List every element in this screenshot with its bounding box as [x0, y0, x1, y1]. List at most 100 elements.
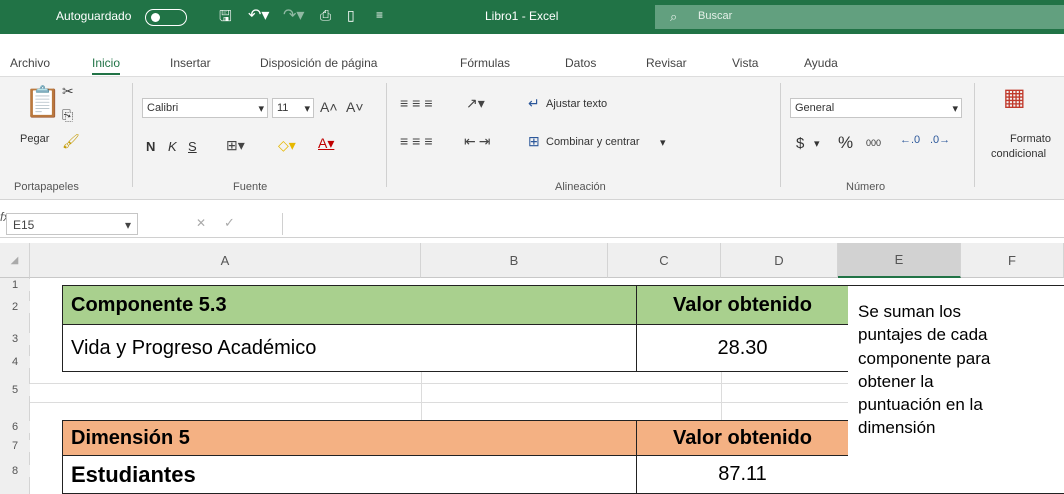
merge-center-button[interactable]: Combinar y centrar — [546, 136, 640, 148]
tab-formulas[interactable]: Fórmulas — [460, 56, 510, 70]
tab-revisar[interactable]: Revisar — [646, 56, 687, 70]
gridline — [30, 383, 848, 384]
group-alignment: Alineación — [555, 181, 606, 193]
chevron-down-icon[interactable]: ▾ — [814, 137, 820, 150]
tab-datos[interactable]: Datos — [565, 56, 596, 70]
borders-icon[interactable]: ⊞▾ — [226, 137, 245, 154]
autosave-toggle[interactable] — [145, 9, 187, 26]
undo-icon[interactable]: ↶▾ — [248, 5, 269, 25]
format-painter-icon[interactable]: 🖌 — [62, 133, 80, 150]
save-icon[interactable]: 🖫 — [219, 6, 232, 31]
tab-archivo[interactable]: Archivo — [10, 56, 50, 70]
separator — [386, 83, 387, 187]
merge-icon[interactable]: ⊞ — [528, 133, 540, 150]
row-header-4[interactable]: 4 — [0, 356, 30, 368]
separator — [974, 83, 975, 187]
table2-value: 87.11 — [636, 455, 849, 494]
fill-color-icon[interactable]: ◇▾ — [278, 137, 296, 154]
font-size-select[interactable]: 11 ▾ — [272, 98, 314, 118]
ribbon: 📋 Pegar ✂ ⎘ 🖌 Portapapeles Calibri ▾ 11 … — [0, 76, 1064, 200]
customize-qat-icon[interactable]: ≡ — [376, 8, 383, 22]
cond-format-label-2[interactable]: condicional — [991, 148, 1046, 160]
bold-button[interactable]: N — [146, 139, 155, 154]
note-line: puntuación en la — [858, 395, 983, 415]
select-all-button[interactable]: ◢ — [0, 243, 30, 278]
row-header-6[interactable]: 6 — [0, 421, 30, 433]
row-header-2[interactable]: 2 — [0, 301, 30, 313]
tab-disposicion[interactable]: Disposición de página — [260, 56, 377, 70]
shrink-font-icon[interactable]: A˅ — [346, 99, 364, 115]
currency-button[interactable]: $ — [796, 135, 804, 152]
column-header-d[interactable]: D — [721, 243, 838, 278]
percent-button[interactable]: % — [838, 133, 853, 153]
group-number: Número — [846, 181, 886, 193]
wrap-text-button[interactable]: Ajustar texto — [546, 98, 607, 110]
column-header-b[interactable]: B — [421, 243, 608, 278]
grow-font-icon[interactable]: A˄ — [320, 99, 338, 115]
increase-decimal-icon[interactable]: ←.0 — [900, 134, 920, 146]
tab-inicio[interactable]: Inicio — [92, 56, 121, 75]
underline-button[interactable]: S — [188, 139, 197, 154]
column-header-e[interactable]: E — [838, 243, 961, 278]
font-size-value: 11 — [277, 102, 289, 114]
tab-ayuda[interactable]: Ayuda — [804, 56, 838, 70]
note-textbox[interactable]: Se suman los puntajes de cada componente… — [848, 285, 1064, 494]
font-name-select[interactable]: Calibri ▾ — [142, 98, 268, 118]
cond-format-label-1[interactable]: Formato — [1010, 133, 1051, 145]
paste-icon[interactable]: 📋 — [24, 85, 61, 120]
copy-icon[interactable]: ⎘ — [62, 107, 73, 124]
italic-button[interactable]: K — [168, 139, 177, 154]
paste-label[interactable]: Pegar — [20, 133, 49, 145]
column-header-a[interactable]: A — [30, 243, 421, 278]
row-header-5[interactable]: 5 — [0, 384, 30, 396]
chevron-down-icon: ▾ — [258, 103, 264, 115]
table1-value-header: Valor obtenido — [636, 285, 849, 325]
gridline — [30, 402, 848, 403]
table2-header: Dimensión 5 — [62, 420, 637, 456]
row-header-7[interactable]: 7 — [0, 440, 30, 452]
formula-input[interactable] — [284, 213, 1064, 235]
title-bar: Autoguardado 🖫 ↶▾ ↷▾ ⎙ ▯ ≡ Libro1 - Exce… — [0, 0, 1064, 34]
chevron-down-icon: ▾ — [304, 103, 310, 115]
chevron-down-icon: ▾ — [952, 103, 958, 115]
indent-icons[interactable]: ⇤⇥ — [464, 133, 493, 150]
search-icon: ⌕ — [670, 9, 678, 24]
number-format-select[interactable]: General ▾ — [790, 98, 962, 118]
conditional-format-icon[interactable]: ▦ — [1003, 83, 1026, 112]
cancel-icon[interactable]: ✕ — [196, 216, 206, 230]
column-header-c[interactable]: C — [608, 243, 721, 278]
decrease-decimal-icon[interactable]: .0→ — [930, 134, 950, 146]
table1-value: 28.30 — [636, 324, 849, 372]
formula-bar: E15 ▾ ✕ ✓ fx — [0, 210, 1064, 238]
gridline — [421, 372, 422, 420]
align-top-icons[interactable]: ≡≡≡ — [400, 95, 437, 111]
new-file-icon[interactable]: ▯ — [347, 7, 355, 24]
cut-icon[interactable]: ✂ — [62, 83, 74, 100]
row-header-8[interactable]: 8 — [0, 465, 30, 477]
redo-icon[interactable]: ↷▾ — [283, 5, 304, 25]
align-left-icons[interactable]: ≡≡≡ — [400, 133, 437, 149]
column-header-f[interactable]: F — [961, 243, 1064, 278]
gridline — [721, 372, 722, 420]
separator — [780, 83, 781, 187]
row-header-1[interactable]: 1 — [0, 279, 30, 291]
note-line: Se suman los — [858, 302, 961, 321]
separator — [132, 83, 133, 187]
separator — [282, 213, 283, 235]
print-icon[interactable]: ⎙ — [320, 7, 331, 24]
tab-vista[interactable]: Vista — [732, 56, 758, 70]
wrap-text-icon[interactable]: ↵ — [528, 95, 540, 112]
orientation-icon[interactable]: ↗▾ — [466, 95, 485, 112]
thousands-button[interactable]: 000 — [866, 138, 881, 148]
enter-icon[interactable]: ✓ — [224, 215, 235, 231]
name-box-value: E15 — [13, 218, 35, 232]
search-box[interactable]: ⌕ Buscar — [655, 5, 1064, 29]
tab-insertar[interactable]: Insertar — [170, 56, 211, 70]
font-color-icon[interactable]: A▾ — [318, 135, 334, 152]
name-box[interactable]: E15 ▾ — [6, 213, 138, 235]
font-name-value: Calibri — [147, 102, 179, 114]
note-line: puntajes de cada — [858, 325, 988, 345]
table2-label: Estudiantes — [62, 455, 637, 494]
row-header-3[interactable]: 3 — [0, 333, 30, 345]
chevron-down-icon[interactable]: ▾ — [660, 136, 666, 149]
